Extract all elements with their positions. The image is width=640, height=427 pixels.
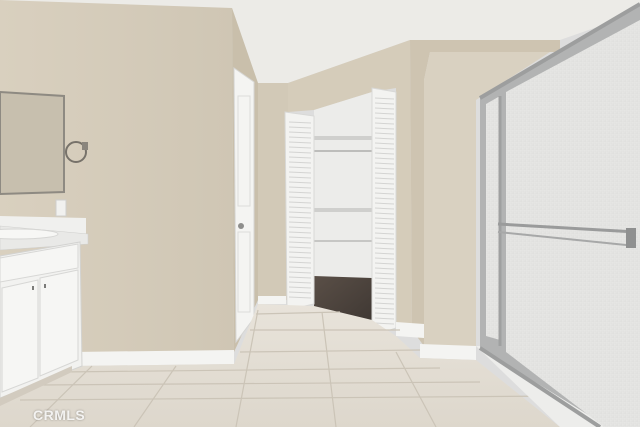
baseboard-right xyxy=(420,344,476,360)
closet-rod-lower xyxy=(314,240,372,242)
bifold-door-right xyxy=(371,87,397,337)
closet-lower-shelf xyxy=(314,208,372,212)
baseboard-back xyxy=(258,296,286,304)
baseboard-closet-right xyxy=(396,322,424,338)
shower-bar-end xyxy=(626,228,636,248)
bathroom-photo: CRMLS xyxy=(0,0,640,427)
wall-outlet xyxy=(55,199,67,217)
cabinet-handle-icon xyxy=(44,284,46,288)
closet-rod-upper xyxy=(314,150,372,152)
closet-upper-shelf xyxy=(314,136,372,140)
sink-basin xyxy=(0,228,59,240)
mirror xyxy=(0,90,65,196)
baseboard-left xyxy=(72,350,234,366)
door-knob-icon xyxy=(238,223,244,229)
watermark-text: CRMLS xyxy=(33,407,86,423)
bifold-door-left xyxy=(284,111,315,311)
shower-glass-back xyxy=(486,96,500,340)
cabinet-door-left xyxy=(1,279,39,393)
bathroom-scene xyxy=(0,0,640,427)
bathroom-door xyxy=(233,67,255,344)
cabinet-handle-icon xyxy=(32,286,34,290)
towel-ring-mount xyxy=(82,142,88,150)
back-wall xyxy=(258,83,288,300)
closet-interior xyxy=(314,92,372,290)
